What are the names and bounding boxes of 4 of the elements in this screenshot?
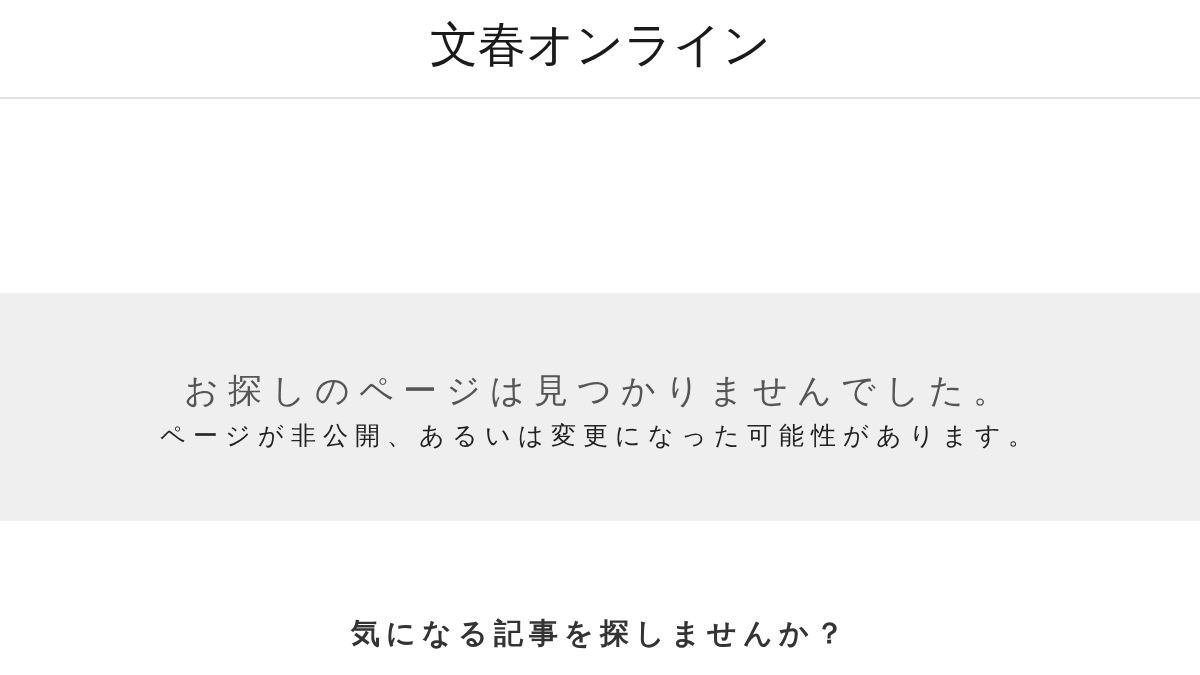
section-heading: 気になる記事を探しませんか？ bbox=[349, 615, 851, 652]
site-logo[interactable]: 文春オンライン bbox=[429, 18, 771, 71]
error-message: ページが非公開、あるいは変更になった可能性があります。 bbox=[160, 419, 1040, 452]
error-title: お探しのページは見つかりませんでした。 bbox=[184, 368, 1016, 412]
